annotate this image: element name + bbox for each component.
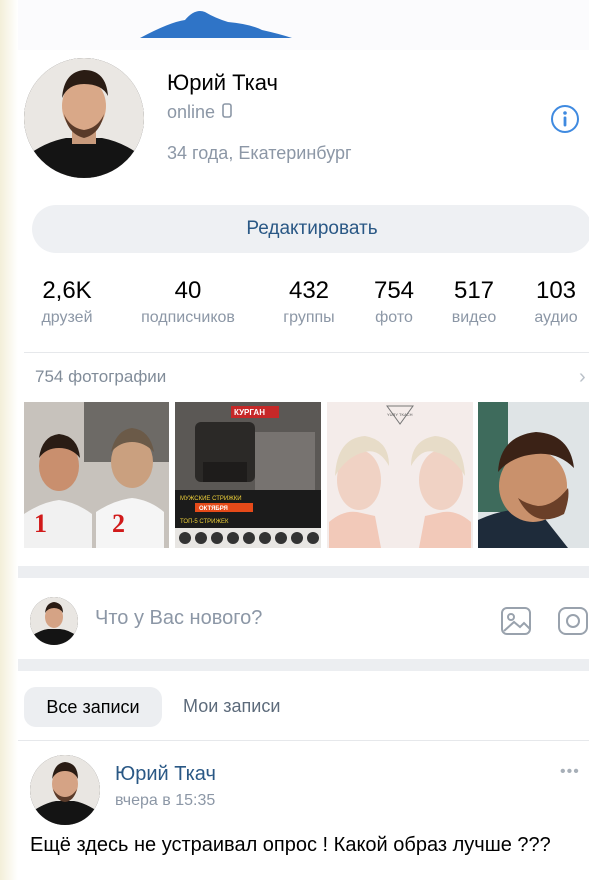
- section-separator: [18, 566, 589, 578]
- composer-avatar: [30, 597, 78, 645]
- online-status: online: [167, 102, 232, 123]
- post-author-name[interactable]: Юрий Ткач: [115, 763, 216, 786]
- counter-value: 40: [174, 277, 202, 304]
- counter-label: друзей: [41, 309, 93, 326]
- photo-poster-line-2: ОКТЯБРЯ: [199, 506, 228, 512]
- online-status-label: online: [167, 102, 216, 122]
- photo-thumbnail[interactable]: КУРГАН МУЖСКИЕ СТРИЖКИ ОКТЯБРЯ ТОП-5 СТР…: [175, 402, 321, 548]
- divider: [18, 740, 589, 741]
- profile-counters: 2,6K друзей 40 подписчиков 432 группы 75…: [20, 277, 589, 337]
- post-timestamp[interactable]: вчера в 15:35: [115, 792, 215, 810]
- photo-poster-line-1: МУЖСКИЕ СТРИЖКИ: [180, 496, 242, 502]
- counter-value: 103: [535, 277, 577, 304]
- counter-label: аудио: [534, 309, 578, 326]
- counter-value: 2,6K: [42, 277, 92, 304]
- photos-title[interactable]: 754 фотографии: [35, 367, 166, 387]
- counter-friends[interactable]: 2,6K друзей: [12, 277, 122, 327]
- photo-thumbnail[interactable]: [478, 402, 589, 548]
- image-icon[interactable]: [500, 605, 532, 637]
- photo-thumbnail[interactable]: 1 2: [24, 402, 169, 548]
- photo-mark-2: 2: [112, 509, 125, 538]
- composer-input[interactable]: Что у Вас нового?: [95, 607, 262, 630]
- tab-all-posts[interactable]: Все записи: [24, 687, 162, 727]
- more-options-icon[interactable]: •••: [560, 763, 580, 781]
- tab-my-posts[interactable]: Мои записи: [183, 696, 280, 717]
- post-text: Ещё здесь не устраивал опрос ! Какой обр…: [30, 834, 551, 856]
- counter-label: подписчиков: [141, 309, 235, 326]
- camera-icon[interactable]: [557, 605, 589, 637]
- info-icon[interactable]: [550, 104, 580, 134]
- profile-avatar[interactable]: [24, 58, 144, 178]
- photo-mark-1: 1: [34, 509, 47, 538]
- section-separator: [18, 659, 589, 671]
- profile-info: 34 года, Екатеринбург: [167, 143, 352, 163]
- photo-thumbnail[interactable]: YURY TKACH: [327, 402, 473, 548]
- left-edge: [0, 0, 18, 880]
- post-author-avatar[interactable]: [30, 755, 100, 825]
- divider: [24, 352, 589, 353]
- top-strip: [0, 0, 589, 50]
- profile-name: Юрий Ткач: [167, 70, 278, 95]
- photo-poster-line-3: ТОП-5 СТРИЖЕК: [180, 519, 229, 525]
- chevron-right-icon[interactable]: ›: [579, 366, 586, 389]
- edit-profile-button[interactable]: Редактировать: [32, 205, 589, 253]
- mountain-shape: [140, 11, 292, 38]
- counter-audio[interactable]: 103 аудио: [501, 277, 589, 327]
- counter-followers[interactable]: 40 подписчиков: [133, 277, 243, 327]
- mobile-phone-icon: [222, 102, 232, 123]
- photo-banner-text: КУРГАН: [234, 408, 265, 417]
- photo-logo-text: YURY TKACH: [387, 412, 413, 417]
